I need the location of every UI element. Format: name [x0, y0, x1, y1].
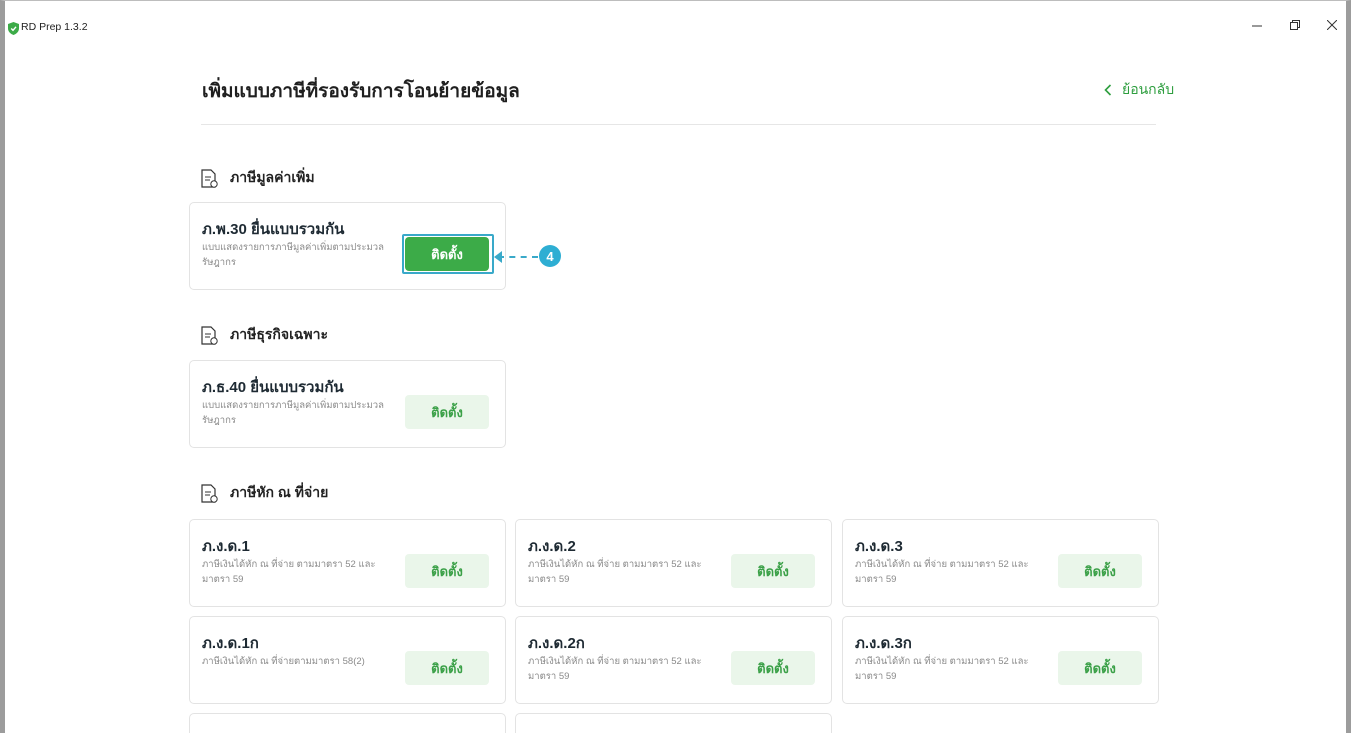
header-divider	[201, 124, 1156, 125]
minimize-icon[interactable]	[1243, 14, 1271, 36]
install-button[interactable]: ติดตั้ง	[405, 395, 489, 429]
chevron-left-icon	[1104, 84, 1112, 96]
step-badge: 4	[539, 245, 561, 267]
form-description: ภาษีเงินได้หัก ณ ที่จ่าย ตามมาตรา 52 และ…	[855, 559, 1029, 585]
install-button[interactable]: ติดตั้ง	[405, 554, 489, 588]
form-card: ภ.ง.ด.3ก ภาษีเงินได้หัก ณ ที่จ่าย ตามมาต…	[842, 616, 1159, 704]
section-title: ภาษีหัก ณ ที่จ่าย	[230, 484, 329, 500]
section-title: ภาษีธุรกิจเฉพาะ	[230, 326, 328, 342]
form-card: ภ.ง.ด.2ก ภาษีเงินได้หัก ณ ที่จ่าย ตามมาต…	[515, 616, 832, 704]
document-icon	[201, 325, 218, 345]
form-card: ภ.ธ.40 ยื่นแบบรวมกัน แบบแสดงรายการภาษีมู…	[189, 360, 506, 448]
close-icon[interactable]	[1318, 14, 1346, 36]
section-sbt: ภาษีธุรกิจเฉพาะ	[201, 324, 328, 346]
app-logo-icon	[8, 22, 19, 35]
form-description: ภาษีเงินได้หัก ณ ที่จ่าย ตามมาตรา 52 และ…	[528, 656, 702, 682]
install-button[interactable]: ติดตั้ง	[1058, 651, 1142, 685]
form-description: ภาษีเงินได้หัก ณ ที่จ่าย ตามมาตรา 52 และ…	[202, 559, 376, 585]
form-name: ภ.ง.ด.2ก	[528, 635, 585, 652]
form-description: แบบแสดงรายการภาษีมูลค่าเพิ่มตามประมวลรัษ…	[202, 400, 384, 426]
form-name: ภ.ง.ด.3	[855, 538, 903, 555]
highlight-box	[402, 234, 494, 274]
form-card: ภ.ง.ด.2 ภาษีเงินได้หัก ณ ที่จ่าย ตามมาตร…	[515, 519, 832, 607]
form-name: ภ.พ.30 ยื่นแบบรวมกัน	[202, 221, 345, 238]
form-name: ภ.ง.ด.1	[202, 538, 250, 555]
form-description: ภาษีเงินได้หัก ณ ที่จ่าย ตามมาตรา 52 และ…	[528, 559, 702, 585]
install-button[interactable]: ติดตั้ง	[405, 651, 489, 685]
form-card: ภ.ง.ด.1 ภาษีเงินได้หัก ณ ที่จ่าย ตามมาตร…	[189, 519, 506, 607]
form-name: ภ.ง.ด.1ก	[202, 635, 259, 652]
back-label: ย้อนกลับ	[1122, 81, 1175, 97]
section-vat: ภาษีมูลค่าเพิ่ม	[201, 167, 315, 189]
form-description: ภาษีเงินได้หัก ณ ที่จ่าย ตามมาตรา 52 และ…	[855, 656, 1029, 682]
window-title: RD Prep 1.3.2	[21, 21, 88, 33]
form-card: ภ.ง.ด.3 ภาษีเงินได้หัก ณ ที่จ่าย ตามมาตร…	[842, 519, 1159, 607]
form-card-partial	[189, 713, 506, 733]
form-description: ภาษีเงินได้หัก ณ ที่จ่ายตามมาตรา 58(2)	[202, 656, 365, 667]
form-name: ภ.ง.ด.3ก	[855, 635, 912, 652]
form-card: ภ.ง.ด.1ก ภาษีเงินได้หัก ณ ที่จ่ายตามมาตร…	[189, 616, 506, 704]
document-icon	[201, 168, 218, 188]
restore-icon[interactable]	[1281, 14, 1309, 36]
annotation-arrow	[498, 256, 538, 258]
document-icon	[201, 483, 218, 503]
section-title: ภาษีมูลค่าเพิ่ม	[230, 169, 315, 185]
install-button[interactable]: ติดตั้ง	[731, 554, 815, 588]
form-name: ภ.ง.ด.2	[528, 538, 576, 555]
section-wht: ภาษีหัก ณ ที่จ่าย	[201, 482, 328, 504]
install-button[interactable]: ติดตั้ง	[1058, 554, 1142, 588]
back-button[interactable]: ย้อนกลับ	[1104, 79, 1174, 101]
page-title: เพิ่มแบบภาษีที่รองรับการโอนย้ายข้อมูล	[202, 81, 520, 102]
title-bar	[5, 1, 1346, 31]
form-description: แบบแสดงรายการภาษีมูลค่าเพิ่มตามประมวลรัษ…	[202, 242, 384, 268]
install-button[interactable]: ติดตั้ง	[731, 651, 815, 685]
form-name: ภ.ธ.40 ยื่นแบบรวมกัน	[202, 379, 344, 396]
form-card-partial	[515, 713, 832, 733]
